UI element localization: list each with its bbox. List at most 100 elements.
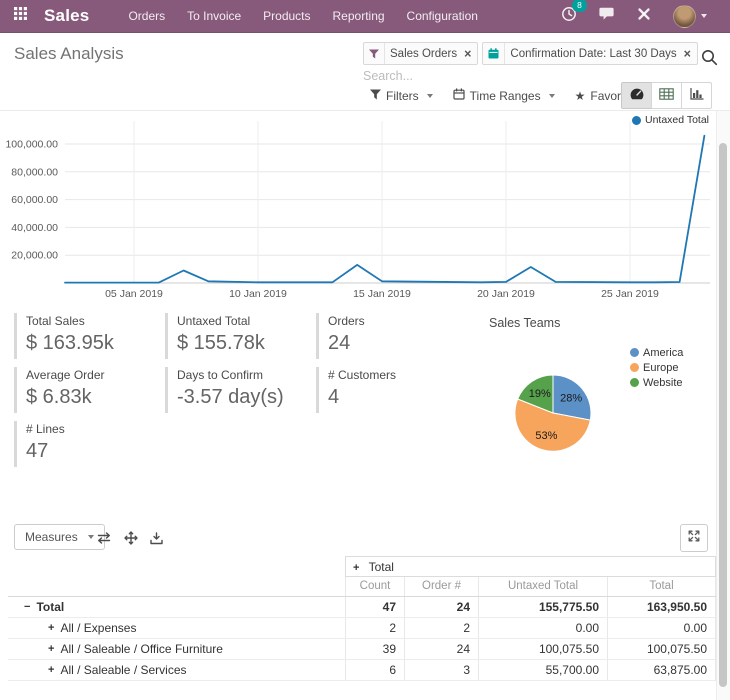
pivot-column-group-total[interactable]: + Total — [345, 556, 716, 577]
kpi-value: $ 6.83k — [26, 386, 154, 409]
pivot-row-label-office-furniture[interactable]: + All / Saleable / Office Furniture — [8, 639, 345, 659]
legend-item-website: Website — [630, 375, 683, 390]
kpi-customers[interactable]: # Customers 4 — [316, 367, 456, 413]
download-icon[interactable] — [150, 532, 163, 545]
filter-icon — [370, 89, 381, 103]
pivot-row-label-services[interactable]: + All / Saleable / Services — [8, 660, 345, 680]
kpi-orders[interactable]: Orders 24 — [316, 313, 456, 359]
pivot-row-label-expenses[interactable]: + All / Expenses — [8, 618, 345, 638]
expand-icon[interactable]: + — [48, 660, 54, 680]
kpi-grid: Total Sales $ 163.95k Untaxed Total $ 15… — [14, 313, 456, 467]
search-icon[interactable] — [701, 49, 718, 71]
cell-count: 6 — [345, 660, 405, 680]
messages-menu-button[interactable] — [588, 7, 626, 26]
tools-icon — [637, 7, 651, 26]
menu-item-orders[interactable]: Orders — [117, 0, 176, 33]
svg-text:53%: 53% — [535, 430, 557, 442]
svg-text:19%: 19% — [529, 388, 551, 400]
collapse-icon[interactable]: − — [24, 597, 30, 617]
legend-item-america: America — [630, 345, 683, 360]
user-avatar — [673, 5, 696, 28]
legend-label: Website — [643, 377, 683, 389]
row-label: All / Expenses — [60, 618, 136, 638]
cell-total: 100,075.50 — [608, 639, 716, 659]
menu-item-reporting[interactable]: Reporting — [322, 0, 396, 33]
kpi-untaxed-total[interactable]: Untaxed Total $ 155.78k — [165, 313, 305, 359]
cell-order: 24 — [405, 597, 479, 617]
kpi-value: 4 — [328, 386, 456, 409]
apps-grid-icon — [14, 7, 27, 25]
button-label: Time Ranges — [470, 89, 541, 103]
chart-legend: Untaxed Total — [632, 114, 709, 126]
kpi-lines[interactable]: # Lines 47 — [14, 421, 154, 467]
facet-label: Sales Orders — [385, 48, 462, 60]
menu-item-products[interactable]: Products — [252, 0, 321, 33]
facet-confirmation-date: Confirmation Date: Last 30 Days × — [482, 42, 698, 65]
kpi-total-sales[interactable]: Total Sales $ 163.95k — [14, 313, 154, 359]
table-row: + All / Saleable / Office Furniture 39 2… — [8, 639, 716, 660]
group-header-label: Total — [369, 560, 394, 574]
facet-remove-icon[interactable]: × — [682, 47, 697, 61]
tachometer-icon — [629, 87, 645, 105]
activity-badge: 8 — [572, 0, 587, 12]
cell-order: 2 — [405, 618, 479, 638]
table-row: − Total 47 24 155,775.50 163,950.50 — [8, 597, 716, 618]
pivot-col-header-total[interactable]: Total — [608, 577, 716, 596]
bar-chart-icon — [690, 87, 704, 105]
apps-menu-button[interactable] — [0, 0, 40, 33]
legend-item-europe: Europe — [630, 360, 683, 375]
button-label: Measures — [25, 530, 78, 544]
filters-dropdown-button[interactable]: Filters — [360, 84, 443, 108]
pie-legend: America Europe Website — [630, 345, 683, 390]
legend-dot — [630, 348, 639, 357]
app-brand[interactable]: Sales — [44, 6, 89, 26]
star-icon: ★ — [575, 90, 586, 102]
menu-item-to-invoice[interactable]: To Invoice — [176, 0, 252, 33]
expand-all-icon[interactable] — [124, 531, 138, 545]
pivot-col-header-count[interactable]: Count — [345, 577, 405, 596]
flip-axes-icon[interactable] — [96, 532, 112, 544]
kpi-average-order[interactable]: Average Order $ 6.83k — [14, 367, 154, 413]
scrollbar-track[interactable] — [716, 111, 730, 700]
expand-icon[interactable]: + — [48, 639, 54, 659]
sales-teams-title: Sales Teams — [489, 316, 717, 330]
svg-text:20 Jan 2019: 20 Jan 2019 — [477, 288, 535, 300]
menu-item-configuration[interactable]: Configuration — [396, 0, 489, 33]
control-panel: Sales Analysis Sales Orders × — [0, 33, 730, 111]
expand-icon[interactable]: + — [48, 618, 54, 638]
graph-view-button[interactable] — [681, 82, 712, 109]
svg-text:100,000.00: 100,000.00 — [5, 139, 58, 151]
pivot-view-button[interactable] — [651, 82, 682, 109]
expand-icon[interactable]: + — [353, 562, 359, 574]
time-ranges-dropdown-button[interactable]: Time Ranges — [443, 83, 565, 108]
svg-text:40,000.00: 40,000.00 — [11, 222, 58, 234]
kpi-label: # Lines — [26, 422, 154, 436]
kpi-days-to-confirm[interactable]: Days to Confirm -3.57 day(s) — [165, 367, 305, 413]
chevron-down-icon — [701, 14, 707, 18]
dashboard-view-button[interactable] — [621, 82, 652, 109]
table-grid-icon — [659, 87, 674, 105]
cell-order: 3 — [405, 660, 479, 680]
measures-dropdown-button[interactable]: Measures — [14, 524, 105, 550]
legend-label: Europe — [643, 362, 678, 374]
chevron-down-icon — [88, 535, 94, 539]
kpi-value: 47 — [26, 440, 154, 463]
pivot-toolbar: Measures — [14, 524, 716, 552]
scrollbar-thumb[interactable] — [719, 143, 727, 687]
pivot-col-header-order[interactable]: Order # — [405, 577, 479, 596]
line-chart-canvas: 20,000.0040,000.0060,000.0080,000.00100,… — [0, 111, 730, 303]
kpi-value: -3.57 day(s) — [177, 386, 305, 409]
facet-remove-icon[interactable]: × — [462, 47, 477, 61]
activity-menu-button[interactable]: 8 — [550, 6, 588, 27]
cell-untaxed-total: 55,700.00 — [479, 660, 608, 680]
pivot-col-header-untaxed-total[interactable]: Untaxed Total — [479, 577, 608, 596]
pivot-row-label-total[interactable]: − Total — [8, 597, 345, 617]
user-menu-button[interactable] — [662, 5, 718, 28]
developer-tools-button[interactable] — [626, 7, 662, 26]
expand-table-button[interactable] — [680, 524, 708, 552]
svg-text:25 Jan 2019: 25 Jan 2019 — [601, 288, 659, 300]
untaxed-total-line-chart: 20,000.0040,000.0060,000.0080,000.00100,… — [0, 111, 730, 303]
svg-text:28%: 28% — [560, 393, 582, 405]
page-title: Sales Analysis — [14, 44, 124, 64]
calendar-icon — [483, 43, 505, 64]
